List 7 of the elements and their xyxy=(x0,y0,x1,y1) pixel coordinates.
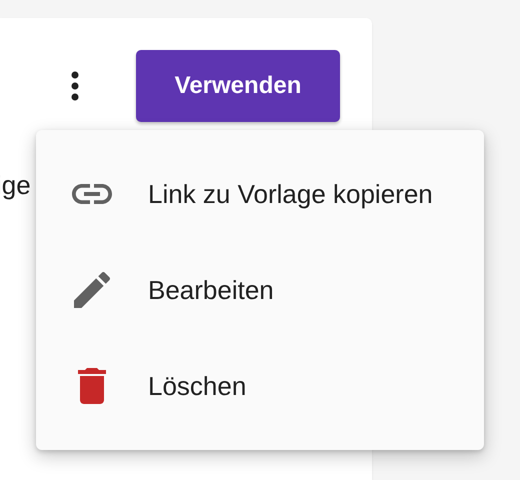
pencil-icon xyxy=(72,270,112,310)
more-options-icon[interactable] xyxy=(70,71,80,101)
text-fragment: ige xyxy=(0,170,31,201)
menu-item[interactable]: Löschen xyxy=(36,338,484,434)
menu-item[interactable]: Bearbeiten xyxy=(36,242,484,338)
use-button[interactable]: Verwenden xyxy=(136,50,340,122)
menu-item[interactable]: Link zu Vorlage kopieren xyxy=(36,146,484,242)
